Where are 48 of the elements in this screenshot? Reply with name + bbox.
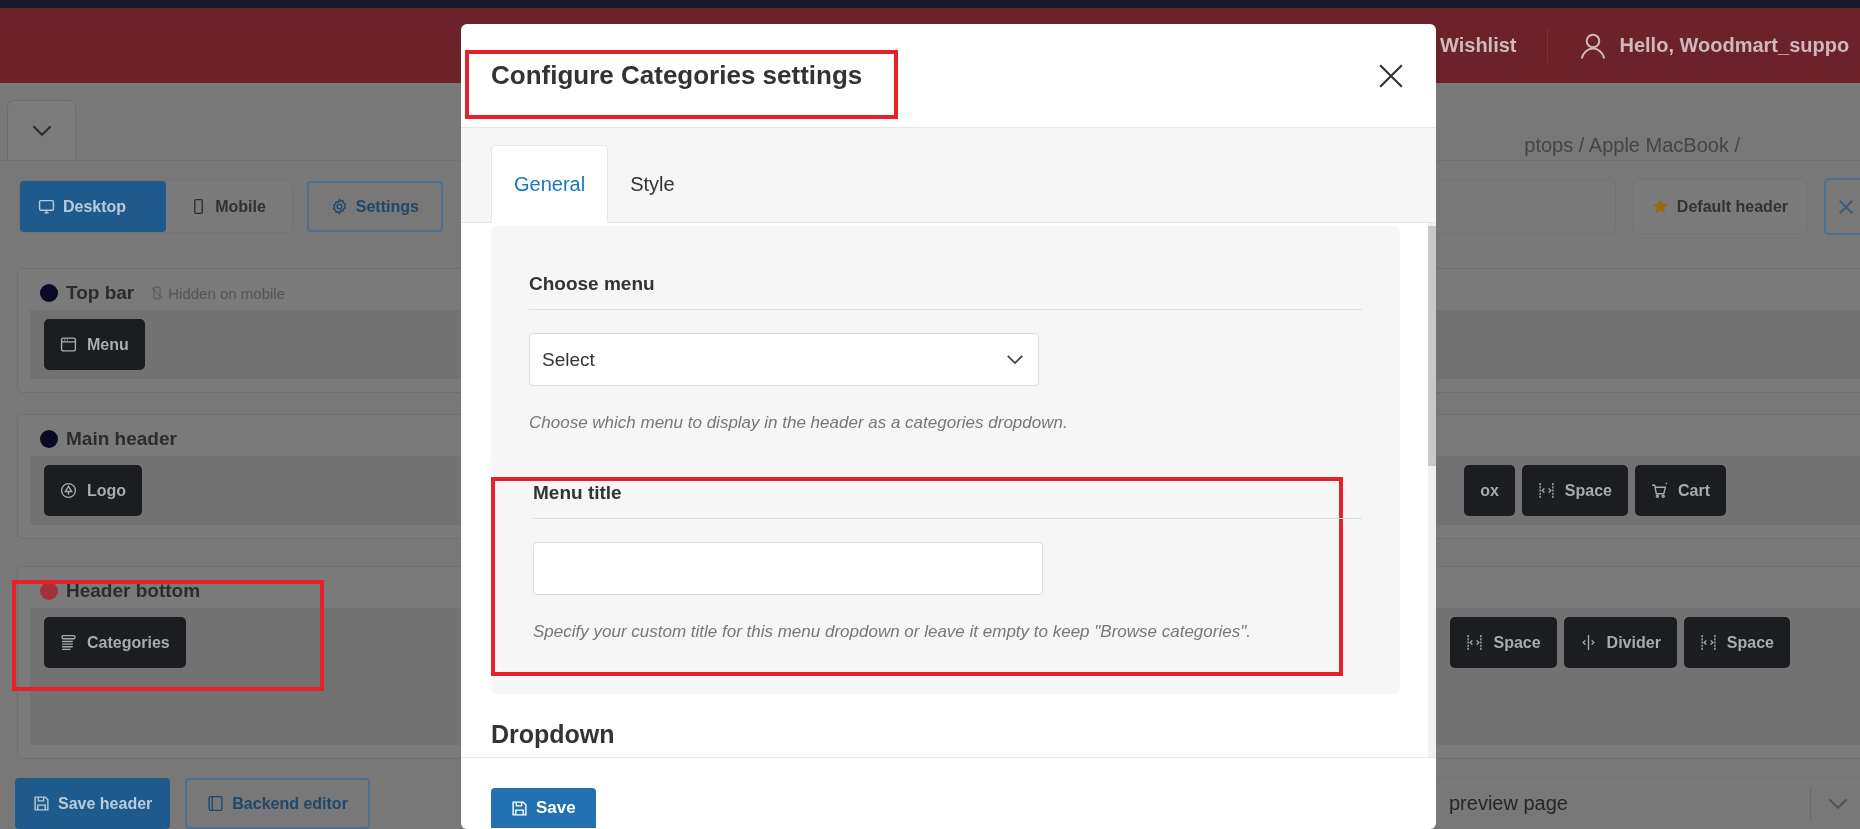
help-text: Specify your custom title for this menu dropdown or leave it empty to keep "Browse categories". xyxy=(533,622,1252,642)
field-label: Menu title xyxy=(533,482,1362,519)
element-button[interactable]: Space xyxy=(1683,617,1790,668)
element-button[interactable]: Categories xyxy=(44,617,186,668)
save-header-button[interactable]: Save header xyxy=(15,778,171,829)
dialog-tab[interactable]: General xyxy=(491,145,609,223)
star-icon xyxy=(1651,198,1669,215)
section-heading: Dropdown xyxy=(491,720,616,749)
chevron-down-icon xyxy=(30,124,53,137)
menu-select[interactable]: Select xyxy=(529,333,1039,386)
collapse-tab[interactable] xyxy=(7,100,76,160)
list-icon xyxy=(60,634,77,651)
window-icon xyxy=(207,795,225,812)
logo-icon xyxy=(60,482,77,499)
element-button[interactable]: Logo xyxy=(44,465,143,516)
gear-icon xyxy=(330,198,348,215)
wishlist-link[interactable]: Wishlist xyxy=(1440,34,1517,57)
chevron-down-icon xyxy=(1006,354,1024,365)
save-icon xyxy=(511,799,528,817)
chevron-down-icon xyxy=(1827,797,1849,810)
scrollbar-thumb[interactable] xyxy=(1428,226,1436,466)
save-icon xyxy=(33,795,50,812)
crossed-phone-icon xyxy=(150,286,165,300)
row-title: Main header xyxy=(66,428,177,450)
account-link[interactable]: Hello, Woodmart_suppo xyxy=(1619,34,1850,57)
input-field[interactable] xyxy=(533,542,1043,595)
space-icon xyxy=(1699,634,1717,651)
row-title: Header bottom xyxy=(66,580,201,602)
dialog-title: Configure Categories settings xyxy=(491,60,863,91)
field-label: Choose menu xyxy=(529,273,1362,310)
view-tab[interactable]: Desktop xyxy=(20,181,167,232)
dialog-tab[interactable]: Style xyxy=(608,145,697,223)
close-icon xyxy=(1378,62,1404,89)
row-title: Top bar xyxy=(66,282,135,304)
space-icon xyxy=(1537,482,1555,499)
element-button[interactable]: Space xyxy=(1521,465,1628,516)
cart-icon xyxy=(1651,482,1668,499)
window-icon xyxy=(60,336,77,353)
help-text: Choose which menu to display in the header as a categories dropdown. xyxy=(529,413,1069,433)
monitor-icon xyxy=(38,198,55,215)
element-button[interactable]: Menu xyxy=(44,319,145,370)
space-icon xyxy=(1466,634,1484,651)
element-button[interactable]: Cart xyxy=(1635,465,1726,516)
element-button[interactable]: Divider xyxy=(1563,617,1677,668)
save-button[interactable]: Save xyxy=(491,788,596,828)
element-button[interactable]: Space xyxy=(1450,617,1557,668)
element-button[interactable]: ox xyxy=(1464,465,1515,516)
divider-icon xyxy=(1579,634,1597,651)
